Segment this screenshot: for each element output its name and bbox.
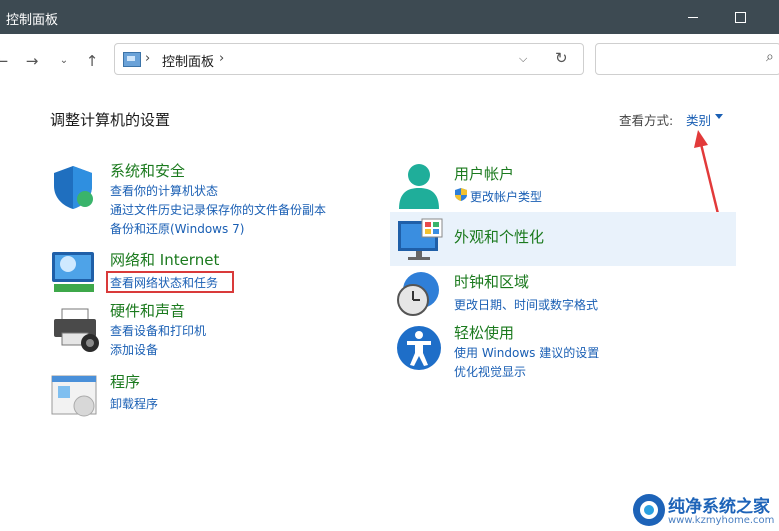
- link-view-computer-status[interactable]: 查看你的计算机状态: [110, 182, 218, 199]
- breadcrumb-separator[interactable]: ›: [145, 51, 150, 66]
- user-account-icon[interactable]: [395, 161, 443, 211]
- refresh-icon[interactable]: ↻: [555, 49, 568, 67]
- uac-shield-icon: [455, 188, 467, 201]
- link-devices-printers[interactable]: 查看设备和打印机: [110, 322, 206, 339]
- search-icon[interactable]: ⌕: [766, 49, 774, 65]
- forward-button[interactable]: →: [22, 51, 42, 71]
- chevron-down-icon[interactable]: ⌵: [519, 52, 527, 66]
- network-icon[interactable]: [50, 248, 98, 296]
- appearance-icon[interactable]: [396, 217, 446, 263]
- search-input[interactable]: ⌕: [595, 43, 779, 75]
- category-hardware-sound[interactable]: 硬件和声音: [110, 300, 185, 321]
- watermark: 纯净系统之家 www.kzmyhome.com: [628, 489, 779, 531]
- back-button[interactable]: ←: [0, 51, 12, 71]
- link-network-status-tasks[interactable]: 查看网络状态和任务: [110, 274, 218, 291]
- printer-icon[interactable]: [50, 305, 102, 353]
- link-recommended-settings[interactable]: 使用 Windows 建议的设置: [454, 344, 599, 361]
- watermark-logo-icon: [633, 494, 665, 526]
- category-network-internet[interactable]: 网络和 Internet: [110, 249, 219, 270]
- up-button[interactable]: ↑: [82, 51, 102, 71]
- link-uninstall-program[interactable]: 卸载程序: [110, 395, 158, 412]
- category-programs[interactable]: 程序: [110, 371, 140, 392]
- category-clock-region[interactable]: 时钟和区域: [454, 271, 529, 292]
- view-by-label: 查看方式:: [619, 113, 674, 128]
- shield-icon[interactable]: [50, 164, 98, 210]
- link-backup-restore[interactable]: 备份和还原(Windows 7): [110, 220, 244, 237]
- caret-down-icon[interactable]: [715, 114, 723, 119]
- watermark-name: 纯净系统之家: [668, 497, 770, 517]
- link-change-account-type[interactable]: 更改帐户类型: [470, 188, 542, 205]
- control-panel-icon: [123, 52, 141, 67]
- title-bar: 控制面板: [0, 0, 779, 34]
- category-appearance-personalization[interactable]: 外观和个性化: [454, 226, 544, 247]
- link-add-device[interactable]: 添加设备: [110, 341, 158, 358]
- link-file-history-backup[interactable]: 通过文件历史记录保存你的文件备份副本: [110, 201, 326, 218]
- breadcrumb-separator-2[interactable]: ›: [219, 51, 224, 66]
- address-bar[interactable]: › 控制面板 › ⌵ ↻: [114, 43, 584, 75]
- programs-icon[interactable]: [50, 372, 100, 418]
- breadcrumb-control-panel[interactable]: 控制面板: [162, 51, 214, 70]
- category-ease-of-access[interactable]: 轻松使用: [454, 322, 514, 343]
- link-optimize-visual-display[interactable]: 优化视觉显示: [454, 363, 526, 380]
- watermark-url: www.kzmyhome.com: [668, 515, 775, 526]
- minimize-button[interactable]: [680, 4, 706, 30]
- recent-locations-button[interactable]: ⌄: [54, 51, 74, 71]
- page-title: 调整计算机的设置: [50, 111, 171, 129]
- annotation-arrow-icon: [694, 130, 722, 223]
- category-system-security[interactable]: 系统和安全: [110, 160, 185, 181]
- category-user-accounts[interactable]: 用户帐户: [454, 163, 514, 184]
- accessibility-icon[interactable]: [395, 323, 443, 373]
- maximize-button[interactable]: [727, 4, 753, 30]
- link-change-date-time-format[interactable]: 更改日期、时间或数字格式: [454, 296, 598, 313]
- window-title: 控制面板: [6, 13, 59, 28]
- clock-region-icon[interactable]: [395, 270, 443, 320]
